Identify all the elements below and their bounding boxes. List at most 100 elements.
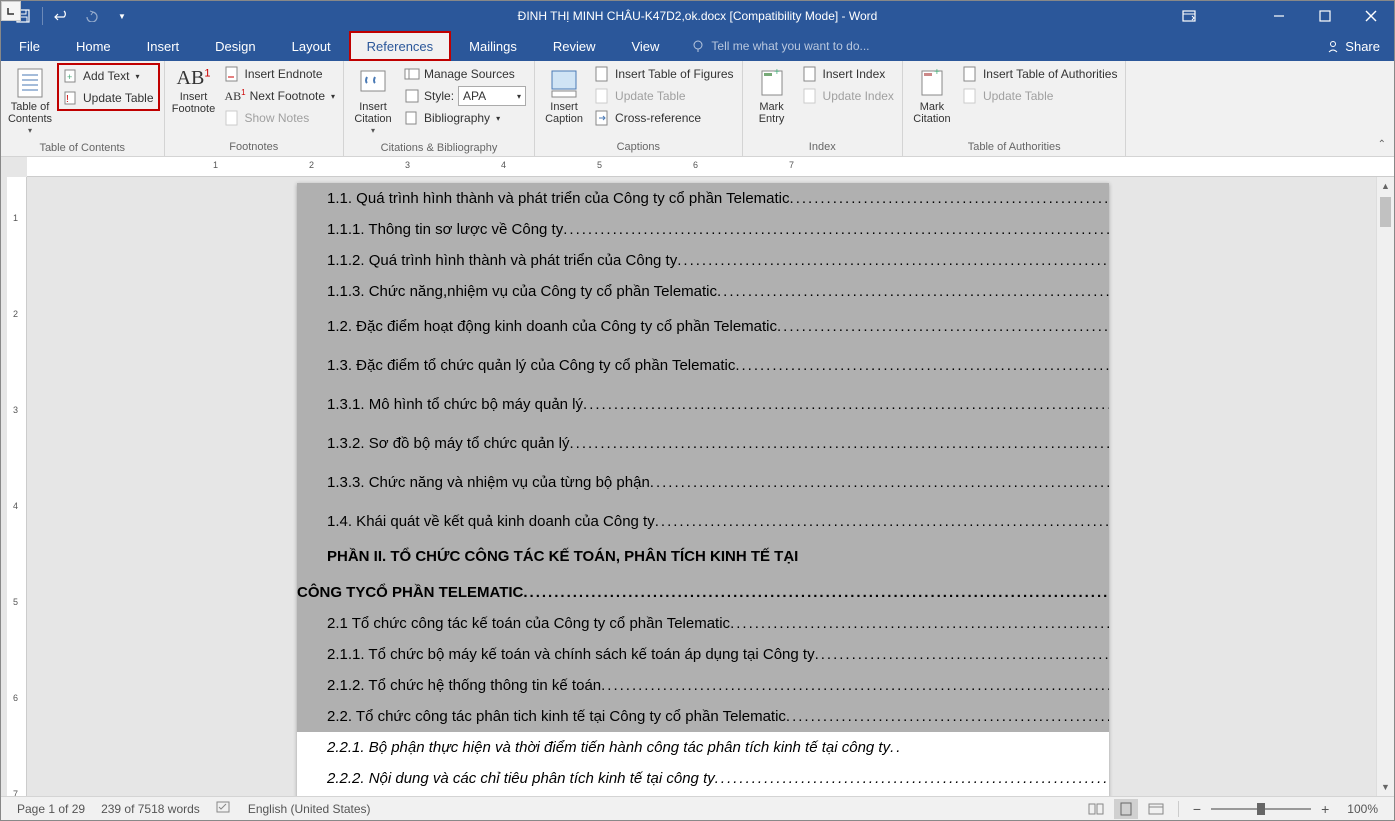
caption-icon [548, 67, 580, 99]
next-footnote-button[interactable]: AB1Next Footnote▾ [221, 85, 340, 107]
toc-leader-dots: ........................................… [677, 252, 1109, 269]
mark-entry-icon: + [756, 67, 788, 99]
vertical-ruler[interactable]: 1234567 [7, 177, 27, 796]
toc-line[interactable]: 1.4. Khái quát về kết quả kinh doanh của… [297, 502, 1109, 541]
toc-entry-text: 2.1.1. Tổ chức bộ máy kế toán và chính s… [297, 646, 815, 663]
ribbon-display-options[interactable] [1174, 1, 1204, 31]
group-citations-label: Citations & Bibliography [348, 140, 530, 157]
language-status[interactable]: English (United States) [240, 802, 379, 816]
document-page[interactable]: 1.1. Quá trình hình thành và phát triển … [297, 183, 1109, 796]
web-layout-button[interactable] [1144, 799, 1168, 819]
toc-line[interactable]: 1.1.1. Thông tin sơ lược về Công ty ....… [297, 214, 1109, 245]
table-figures-icon [595, 66, 611, 82]
insert-caption-button[interactable]: Insert Caption [539, 63, 589, 129]
share-button[interactable]: Share [1312, 31, 1394, 61]
ribbon: Table of Contents▾ +Add Text▾ !Update Ta… [1, 61, 1394, 157]
toc-line[interactable]: 1.3. Đặc điểm tổ chức quản lý của Công t… [297, 346, 1109, 385]
scroll-down-arrow[interactable]: ▼ [1377, 778, 1394, 796]
scroll-up-arrow[interactable]: ▲ [1377, 177, 1394, 195]
toc-line[interactable]: 2.2. Tổ chức công tác phân tich kinh tế … [297, 701, 1109, 732]
tab-selector[interactable] [1, 1, 21, 21]
citation-style-selector[interactable]: Style:APA▾ [400, 85, 530, 107]
tell-me-search[interactable]: Tell me what you want to do... [677, 31, 869, 61]
toc-line[interactable]: 1.1. Quá trình hình thành và phát triển … [297, 183, 1109, 214]
toc-line[interactable]: 2.1.2. Tổ chức hệ thống thông tin kế toá… [297, 670, 1109, 701]
update-table-button[interactable]: !Update Table [59, 87, 158, 109]
zoom-in-button[interactable]: + [1317, 801, 1333, 817]
tab-insert[interactable]: Insert [129, 31, 198, 61]
tab-review[interactable]: Review [535, 31, 614, 61]
vertical-scrollbar[interactable]: ▲ ▼ [1376, 177, 1394, 796]
zoom-slider[interactable] [1211, 808, 1311, 810]
tab-design[interactable]: Design [197, 31, 273, 61]
toc-entry-text: 1.3.2. Sơ đồ bộ máy tổ chức quản lý [297, 435, 570, 452]
page-count[interactable]: Page 1 of 29 [9, 802, 93, 816]
close-button[interactable] [1348, 1, 1394, 31]
zoom-out-button[interactable]: − [1189, 801, 1205, 817]
show-notes-button: Show Notes [221, 107, 340, 129]
table-of-contents-button[interactable]: Table of Contents▾ [5, 63, 55, 140]
cross-reference-button[interactable]: Cross-reference [591, 107, 738, 129]
word-count[interactable]: 239 of 7518 words [93, 802, 208, 816]
scroll-thumb[interactable] [1380, 197, 1391, 227]
toc-line[interactable]: CÔNG TYCỔ PHẦN TELEMATIC................… [297, 573, 1109, 608]
endnote-icon [225, 66, 241, 82]
toc-line[interactable]: PHẦN II. TỔ CHỨC CÔNG TÁC KẾ TOÁN, PHÂN … [297, 541, 1109, 573]
tab-mailings[interactable]: Mailings [451, 31, 535, 61]
collapse-ribbon-button[interactable]: ⌃ [1378, 139, 1386, 150]
zoom-level[interactable]: 100% [1339, 802, 1386, 816]
tab-file[interactable]: File [1, 31, 58, 61]
toc-entry-text: 2.1.2. Tổ chức hệ thống thông tin kế toá… [297, 677, 601, 694]
insert-table-figures-button[interactable]: Insert Table of Figures [591, 63, 738, 85]
mark-citation-button[interactable]: + Mark Citation [907, 63, 957, 129]
toc-line[interactable]: 2.2.2. Nội dung và các chỉ tiêu phân tíc… [297, 763, 1109, 794]
toc-entry-text: 1.3. Đặc điểm tổ chức quản lý của Công t… [297, 357, 735, 374]
toc-line[interactable]: 1.2. Đặc điểm hoạt động kinh doanh của C… [297, 307, 1109, 346]
tab-home[interactable]: Home [58, 31, 129, 61]
toc-line[interactable]: 1.1.2. Quá trình hình thành và phát triể… [297, 245, 1109, 276]
toc-leader-dots: ........................................… [583, 396, 1109, 413]
tab-layout[interactable]: Layout [274, 31, 349, 61]
tab-references[interactable]: References [349, 31, 451, 61]
toc-line[interactable]: 2.1 Tổ chức công tác kế toán của Công ty… [297, 608, 1109, 639]
insert-table-authorities-button[interactable]: Insert Table of Authorities [959, 63, 1122, 85]
mark-citation-icon: + [916, 67, 948, 99]
read-mode-button[interactable] [1084, 799, 1108, 819]
minimize-button[interactable] [1256, 1, 1302, 31]
toc-entry-text: 1.1.1. Thông tin sơ lược về Công ty [297, 221, 563, 238]
toc-line[interactable]: 2.2.1. Bộ phận thực hiện và thời điểm ti… [297, 732, 1109, 763]
lightbulb-icon [691, 39, 705, 53]
toc-entry-text: 2.1 Tổ chức công tác kế toán của Công ty… [297, 615, 730, 632]
tab-view[interactable]: View [613, 31, 677, 61]
print-layout-button[interactable] [1114, 799, 1138, 819]
horizontal-ruler[interactable]: 1234567 [27, 157, 1394, 177]
group-authorities-label: Table of Authorities [907, 139, 1122, 156]
maximize-button[interactable] [1302, 1, 1348, 31]
toc-leader-dots: ........................................… [715, 770, 1109, 787]
toc-leader-dots: ........................................… [730, 615, 1109, 632]
bibliography-button[interactable]: Bibliography▾ [400, 107, 530, 129]
undo-button[interactable] [48, 3, 76, 29]
title-bar: ▼ ĐINH THỊ MINH CHÂU-K47D2,ok.docx [Comp… [1, 1, 1394, 31]
insert-endnote-button[interactable]: Insert Endnote [221, 63, 340, 85]
toc-line[interactable]: 1.3.3. Chức năng và nhiệm vụ của từng bộ… [297, 463, 1109, 502]
update-auth-icon [963, 88, 979, 104]
show-notes-icon [225, 110, 241, 126]
insert-index-button[interactable]: Insert Index [799, 63, 898, 85]
add-text-button[interactable]: +Add Text▾ [59, 65, 158, 87]
toc-entry-text: 1.3.3. Chức năng và nhiệm vụ của từng bộ… [297, 474, 650, 491]
toc-line[interactable]: 1.3.2. Sơ đồ bộ máy tổ chức quản lý ....… [297, 424, 1109, 463]
spell-check-icon[interactable] [208, 800, 240, 817]
insert-citation-button[interactable]: Insert Citation▾ [348, 63, 398, 140]
toc-line[interactable]: 1.3.1. Mô hình tổ chức bộ máy quản lý ..… [297, 385, 1109, 424]
status-bar: Page 1 of 29 239 of 7518 words English (… [1, 796, 1394, 820]
insert-footnote-button[interactable]: AB1 Insert Footnote [169, 63, 219, 119]
mark-entry-button[interactable]: + Mark Entry [747, 63, 797, 129]
bibliography-icon [404, 110, 420, 126]
toc-line[interactable]: 1.1.3. Chức năng,nhiệm vụ của Công ty cổ… [297, 276, 1109, 307]
qat-customize[interactable]: ▼ [108, 3, 136, 29]
toc-line[interactable]: 2.1.1. Tổ chức bộ máy kế toán và chính s… [297, 639, 1109, 670]
manage-sources-button[interactable]: Manage Sources [400, 63, 530, 85]
redo-button[interactable] [78, 3, 106, 29]
cross-ref-icon [595, 110, 611, 126]
